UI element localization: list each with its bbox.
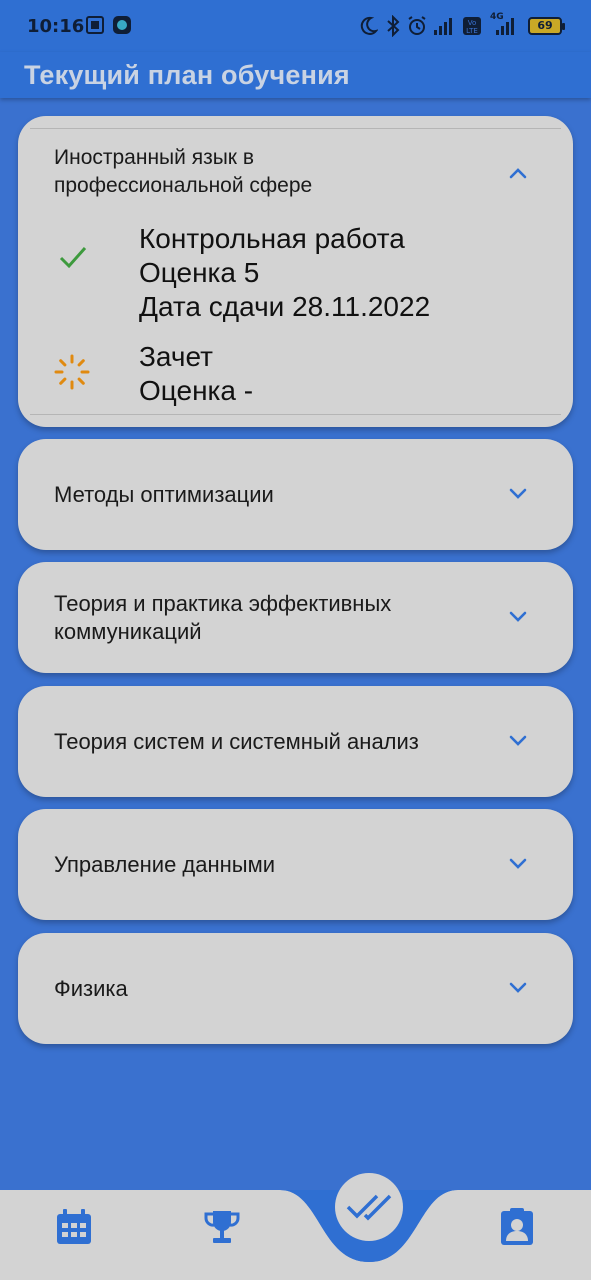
alarm-icon [408,16,426,35]
subject-title[interactable]: Иностранный язык в профессиональной сфер… [54,144,312,200]
subject-title: Физика [54,976,128,1001]
subject-card[interactable]: Физика [18,933,573,1044]
assessment-type: Контрольная работа [139,223,405,254]
double-check-icon [346,1194,392,1221]
chevron-down-icon[interactable] [501,724,535,758]
subject-card[interactable]: Теория систем и системный анализ [18,686,573,797]
subject-card: Иностранный язык в профессиональной сфер… [18,116,573,427]
chevron-down-icon[interactable] [501,477,535,511]
subject-title: Теория и практика эффективных коммуникац… [54,591,392,644]
qr-app-icon [86,16,104,34]
status-time: 10:16 [27,16,85,37]
assessment-date: Дата сдачи 28.11.2022 [139,291,431,322]
divider [30,128,561,129]
check-icon [59,247,87,269]
assessment-grade: Оценка - [139,375,254,406]
signal-icon [434,17,456,35]
app-notification-icon [113,16,131,34]
page-title: Текущий план обучения [24,60,350,90]
subject-title: Теория систем и системный анализ [54,729,419,754]
divider [30,414,561,415]
subject-card[interactable]: Теория и практика эффективных коммуникац… [18,562,573,673]
signal-icon-2 [496,17,518,35]
chevron-down-icon[interactable] [501,847,535,881]
bluetooth-icon [387,15,400,37]
trophy-icon[interactable] [202,1207,242,1247]
loading-icon [54,354,90,390]
chevron-up-icon[interactable] [501,156,535,190]
chevron-down-icon[interactable] [501,600,535,634]
assessment-grade: Оценка 5 [139,257,260,288]
volte-icon: Vo LTE [463,17,481,35]
status-bar: 10:16 Vo LTE 4G 69 [0,0,591,52]
assessment-type: Зачет [139,341,213,372]
app-bar: Текущий план обучения [0,52,591,98]
moon-icon [360,16,378,35]
subject-title: Методы оптимизации [54,482,274,507]
svg-text:Vo: Vo [468,19,477,27]
subject-card[interactable]: Управление данными [18,809,573,920]
calendar-icon[interactable] [54,1207,94,1247]
fab-button[interactable] [335,1173,403,1241]
chevron-down-icon[interactable] [501,971,535,1005]
svg-text:LTE: LTE [466,27,478,35]
battery-level: 69 [537,19,553,32]
subject-card[interactable]: Методы оптимизации [18,439,573,550]
profile-icon[interactable] [497,1207,537,1247]
subject-title: Управление данными [54,852,276,877]
battery-icon: 69 [528,17,565,35]
